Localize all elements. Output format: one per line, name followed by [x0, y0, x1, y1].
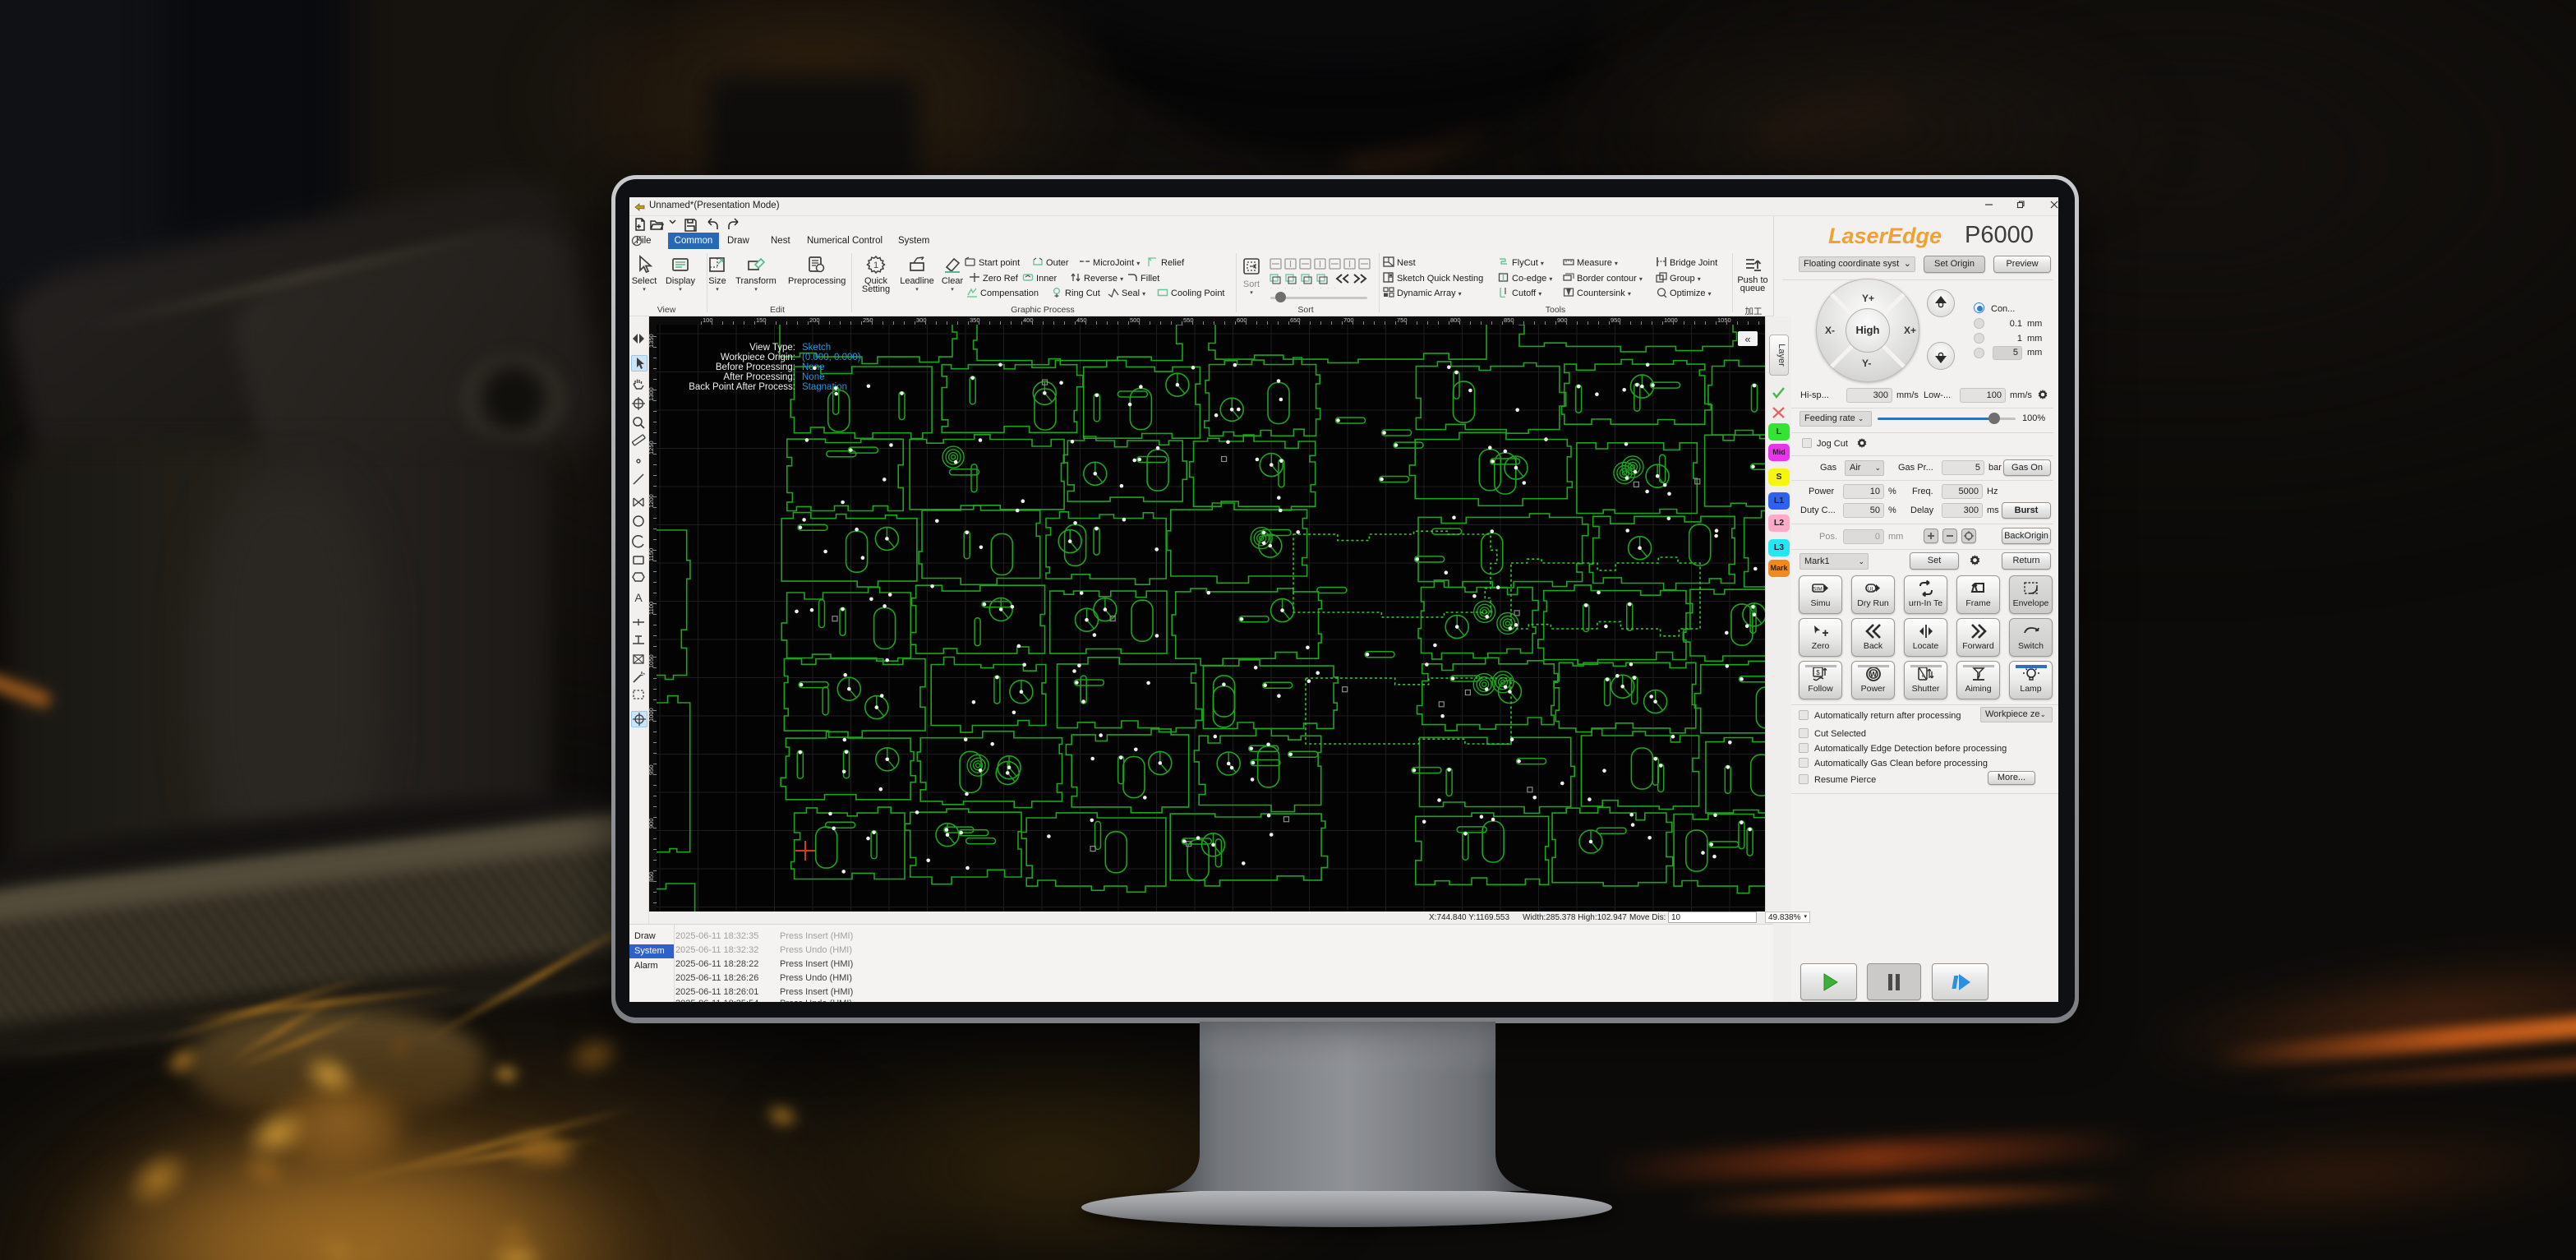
svg-text:A: A — [634, 591, 643, 604]
svg-text:Sketch: Sketch — [802, 343, 831, 353]
svg-text:After Processing:: After Processing: — [723, 372, 795, 382]
svg-text:None: None — [802, 372, 825, 382]
svg-text:View Type:: View Type: — [749, 343, 795, 353]
svg-text:SIM: SIM — [1813, 587, 1823, 593]
svg-text:UL: UL — [1867, 587, 1874, 593]
svg-text:$: $ — [1816, 669, 1820, 676]
svg-text:W: W — [1869, 671, 1877, 679]
svg-text:Before Processing:: Before Processing: — [716, 362, 795, 372]
svg-text:Stagnation: Stagnation — [802, 382, 847, 392]
svg-text:Back Point After Process:: Back Point After Process: — [689, 382, 795, 392]
svg-text:«: « — [1744, 333, 1750, 345]
svg-text:(0.000, 0.000): (0.000, 0.000) — [802, 353, 861, 362]
svg-text:Workpiece Origin:: Workpiece Origin: — [721, 353, 795, 362]
